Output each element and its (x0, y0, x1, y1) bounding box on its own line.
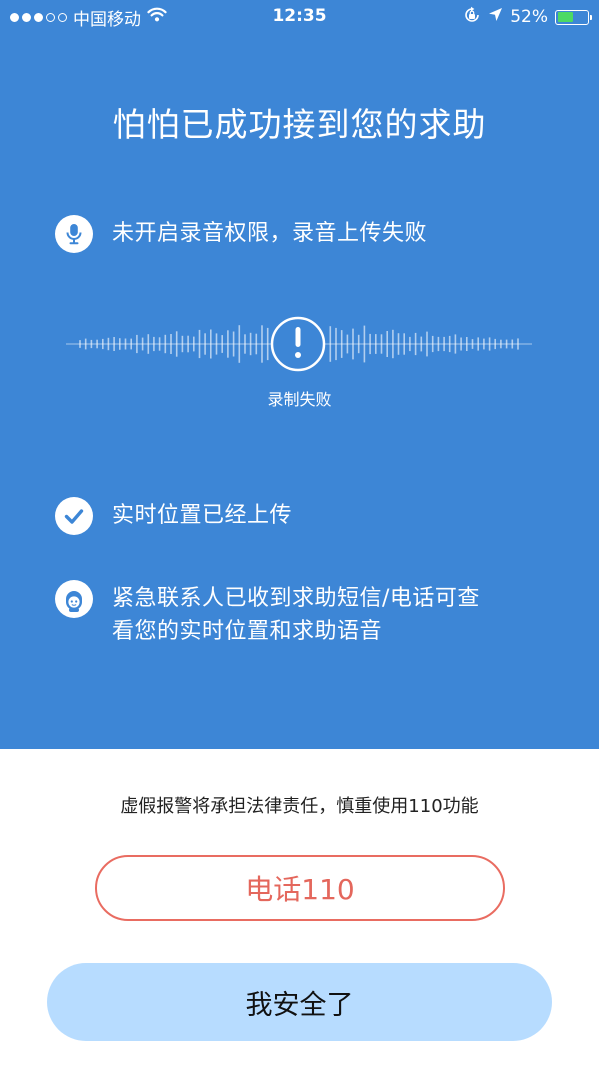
contacts-status-row: 紧急联系人已收到求助短信/电话可查 看您的实时位置和求助语音 (55, 580, 480, 648)
status-bar: 中国移动 12:35 52% (0, 0, 599, 34)
orientation-lock-icon (463, 6, 481, 29)
recording-failed-label: 录制失败 (267, 390, 332, 409)
audio-waveform (66, 316, 532, 372)
contacts-status-line-1: 紧急联系人已收到求助短信/电话可查 (112, 586, 480, 611)
contact-avatar-icon (55, 580, 93, 618)
microphone-icon (55, 215, 93, 253)
contacts-status-text: 紧急联系人已收到求助短信/电话可查 看您的实时位置和求助语音 (112, 580, 480, 648)
location-arrow-icon (488, 7, 503, 27)
location-status-row: 实时位置已经上传 (55, 497, 292, 535)
false-alarm-warning: 虚假报警将承担法律责任，慎重使用110功能 (120, 796, 479, 817)
battery-icon (555, 9, 592, 25)
i-am-safe-button[interactable]: 我安全了 (47, 963, 552, 1041)
recording-status-row: 未开启录音权限，录音上传失败 (55, 215, 427, 253)
recording-status-text: 未开启录音权限，录音上传失败 (112, 221, 428, 246)
page-title: 怕怕已成功接到您的求助 (112, 105, 487, 144)
contacts-status-line-2: 看您的实时位置和求助语音 (112, 619, 383, 644)
location-status-text: 实时位置已经上传 (112, 503, 293, 528)
call-110-button[interactable]: 电话110 (95, 855, 505, 921)
check-circle-icon (55, 497, 93, 535)
battery-percent: 52% (510, 7, 548, 27)
help-panel: 中国移动 12:35 52% 怕怕已成功接到您的求助 未开启录音权限，录音上传失… (0, 0, 599, 749)
